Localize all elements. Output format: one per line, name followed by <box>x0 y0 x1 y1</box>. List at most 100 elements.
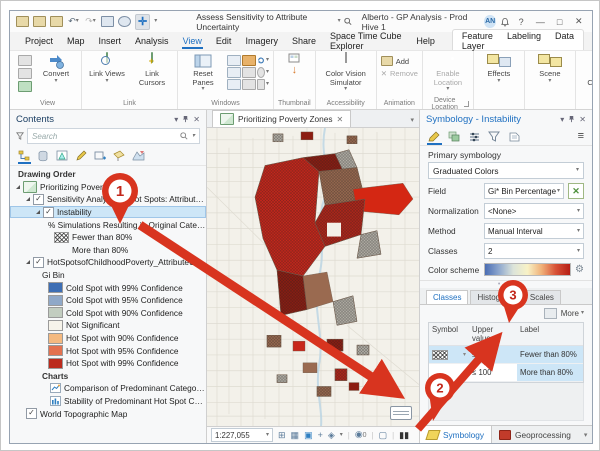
avatar[interactable]: AN <box>484 15 496 28</box>
expand-icon[interactable] <box>16 185 20 189</box>
enable-location-button[interactable]: Enable Location ▾ <box>427 53 469 92</box>
layer-world-topographic-map[interactable]: ✓ World Topographic Map <box>10 407 206 420</box>
scene-button[interactable]: Scene ▾ <box>529 53 571 84</box>
legend-item[interactable]: Not Significant <box>10 319 206 332</box>
chart-item-stability[interactable]: Stability of Predominant Hot Spot Catego… <box>10 395 206 408</box>
classes-select[interactable]: 2▾ <box>484 243 584 259</box>
chart-item-comparison[interactable]: Comparison of Predominant Category with … <box>10 382 206 395</box>
close-pane-icon[interactable]: ✕ <box>193 115 200 124</box>
camera-properties-icon[interactable] <box>18 55 32 66</box>
save-icon[interactable] <box>16 16 29 28</box>
pane-tab-symbology[interactable]: Symbology <box>420 426 492 443</box>
symbol-layer-drawing-tab-icon[interactable] <box>468 130 481 142</box>
redo-icon[interactable]: ↷▾ <box>84 16 97 28</box>
status-chevron[interactable]: ▾ <box>340 433 343 438</box>
layer-hotspots[interactable]: ✓ HotSpotsofChildhoodPoverty_AttributeUn… <box>10 256 206 269</box>
map-view-icon[interactable] <box>18 81 32 92</box>
scale-input[interactable]: 1:227,055▾ <box>211 428 273 442</box>
pin-pane-icon[interactable] <box>182 115 189 123</box>
list-by-editing-icon[interactable] <box>75 149 88 161</box>
list-by-perspective-icon[interactable] <box>132 149 145 161</box>
color-scheme-options-gear-icon[interactable]: ⚙ <box>575 264 584 275</box>
dialog-launcher-icon[interactable] <box>464 101 469 107</box>
method-select[interactable]: Manual Interval▾ <box>484 223 584 239</box>
tab-classes[interactable]: Classes <box>426 290 468 304</box>
legend-item[interactable]: Cold Spot with 99% Confidence <box>10 281 206 294</box>
add-bookmark-icon[interactable]: ⊞ <box>278 430 286 440</box>
link-views-button[interactable]: Link Views ▾ <box>86 53 128 84</box>
pane-tab-geoprocessing[interactable]: Geoprocessing <box>492 426 578 443</box>
scale-based-symbology-tab-icon[interactable] <box>488 130 501 142</box>
field-select[interactable]: Gi* Bin Percentage▾ <box>484 183 564 199</box>
list-by-drawing-order-icon[interactable] <box>18 149 31 161</box>
thumbnail-icon[interactable] <box>288 53 300 63</box>
close-button[interactable]: ✕ <box>572 16 586 27</box>
tab-help[interactable]: Help <box>409 34 442 49</box>
minimize-button[interactable]: — <box>533 17 547 27</box>
expand-icon[interactable] <box>26 260 30 264</box>
tab-labeling[interactable]: Labeling <box>500 30 548 52</box>
layer-prioritizing-poverty[interactable]: Prioritizing Poverty <box>10 181 206 194</box>
selection-box-icon[interactable]: ▢ <box>379 430 388 440</box>
tab-scales[interactable]: Scales <box>523 290 561 304</box>
undo-icon[interactable]: ↶▾ <box>67 16 80 28</box>
search-icon[interactable] <box>344 17 352 26</box>
color-scheme-ramp[interactable] <box>484 263 571 276</box>
class-symbol-swatch[interactable] <box>432 368 448 378</box>
snapping-icon[interactable]: + <box>318 430 323 440</box>
help-button[interactable]: ? <box>514 17 528 27</box>
magnifier-window-icon[interactable] <box>257 67 265 78</box>
renderer-select[interactable]: Graduated Colors▾ <box>428 162 584 179</box>
legend-item-fewer[interactable]: Fewer than 80% <box>10 231 206 244</box>
layer-checkbox[interactable]: ✓ <box>33 257 44 268</box>
legend-item[interactable]: Hot Spot with 90% Confidence <box>10 332 206 345</box>
show-values-icon[interactable] <box>544 308 557 319</box>
tab-edit[interactable]: Edit <box>209 34 239 49</box>
maximize-button[interactable]: □ <box>552 17 566 27</box>
tab-feature-layer[interactable]: Feature Layer <box>455 30 500 52</box>
sync-icon[interactable] <box>257 56 265 65</box>
close-pane-icon[interactable]: ✕ <box>579 115 586 124</box>
expand-icon[interactable] <box>36 210 40 214</box>
legend-item[interactable]: Hot Spot with 99% Confidence <box>10 357 206 370</box>
upper-value-cell[interactable]: ≤ 100 <box>469 364 517 382</box>
vary-symbology-tab-icon[interactable] <box>448 130 461 142</box>
list-by-snapping-icon[interactable] <box>94 149 107 161</box>
expression-builder-button[interactable]: ✕ <box>568 183 584 199</box>
tab-list-chevron[interactable]: ▾ <box>405 116 419 127</box>
labels-tab-icon[interactable] <box>508 130 521 142</box>
class-symbol-swatch[interactable] <box>432 350 448 360</box>
float-panes-icon[interactable] <box>242 79 256 90</box>
legend-item[interactable]: Cold Spot with 95% Confidence <box>10 294 206 307</box>
tab-space-time-cube-explorer[interactable]: Space Time Cube Explorer <box>323 29 409 54</box>
explore-count-icon[interactable]: ◉0 <box>355 429 367 441</box>
tab-insert[interactable]: Insert <box>92 34 129 49</box>
map-tool-icon[interactable] <box>101 16 114 28</box>
tab-project[interactable]: Project <box>18 34 60 49</box>
contents-pane-icon[interactable] <box>227 67 241 78</box>
grid-icon[interactable]: ▦ <box>291 430 300 440</box>
filter-icon[interactable] <box>16 132 24 140</box>
link-cursors-button[interactable]: + Link Cursors <box>131 53 173 87</box>
more-menu[interactable]: More▾ <box>561 309 584 318</box>
list-by-selection-icon[interactable] <box>56 149 69 161</box>
tab-view[interactable]: View <box>176 34 209 49</box>
layer-instability[interactable]: ✓ Instability <box>10 206 206 219</box>
tab-imagery[interactable]: Imagery <box>238 34 285 49</box>
add-animation-button[interactable]: Add <box>381 56 409 66</box>
layer-checkbox[interactable]: ✓ <box>43 207 54 218</box>
label-cell[interactable]: Fewer than 80% <box>517 346 583 364</box>
expand-icon[interactable] <box>26 197 30 201</box>
layer-checkbox[interactable]: ✓ <box>33 194 44 205</box>
pane-menu-chevron[interactable]: ▾ <box>560 117 564 122</box>
layer-checkbox[interactable]: ✓ <box>26 408 37 419</box>
effects-button[interactable]: Effects ▾ <box>478 53 520 84</box>
reset-panes-button[interactable]: Reset Panes ▾ <box>182 53 224 92</box>
audio-icon[interactable]: ◈ <box>328 430 335 440</box>
pin-pane-icon[interactable] <box>568 115 575 123</box>
popup-notification-icon[interactable] <box>390 406 412 420</box>
locate-tool-icon[interactable] <box>118 16 131 28</box>
notifications-bell-icon[interactable] <box>501 17 509 27</box>
pane-tab-chevron[interactable]: ▾ <box>578 431 593 439</box>
open-project-icon[interactable] <box>33 16 46 28</box>
